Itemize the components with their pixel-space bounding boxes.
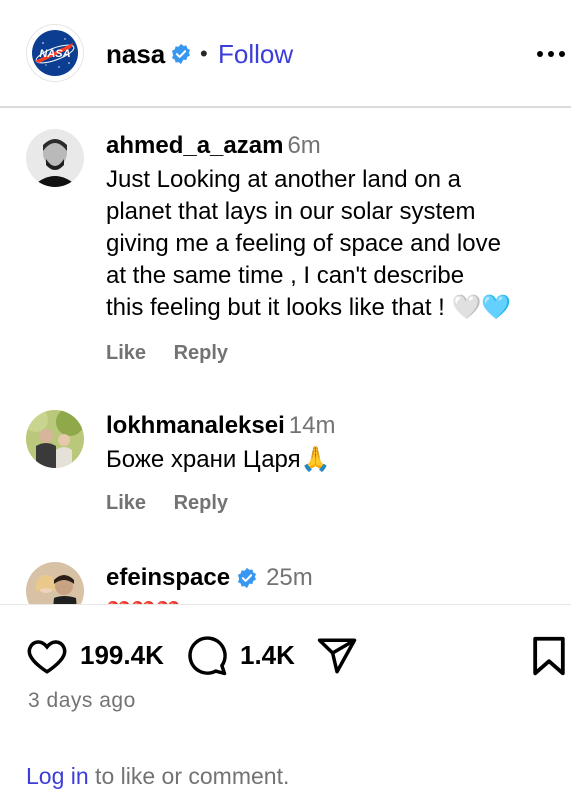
user-photo-icon <box>26 410 84 468</box>
likes-count[interactable]: 199.4K <box>80 639 164 671</box>
comment-text: ❤️❤️❤️ <box>106 596 546 604</box>
comments-count[interactable]: 1.4K <box>240 639 295 671</box>
comment-text-line: this feeling but it looks like that ! 🤍🩵 <box>106 294 512 321</box>
comment-header: ahmed_a_azam 6m <box>106 130 321 162</box>
save-icon[interactable] <box>530 635 568 677</box>
comment-actions: Like Reply <box>106 492 250 515</box>
post-footer: 199.4K 1.4K 3 days ago Log in to like or… <box>0 604 571 804</box>
login-prompt: Log in to like or comment. <box>26 761 289 791</box>
avatar[interactable] <box>26 129 84 187</box>
comment-username[interactable]: ahmed_a_azam <box>106 130 283 162</box>
nasa-avatar[interactable]: NASA <box>26 24 84 82</box>
comment-text: Just Looking at another land on a planet… <box>106 164 546 324</box>
comment-time: 14m <box>288 412 336 439</box>
comment-icon[interactable] <box>186 635 228 677</box>
comment-time: 25m <box>266 564 313 591</box>
login-prompt-text: to like or comment. <box>88 763 290 789</box>
comment-text-line: Боже храни Царя🙏 <box>106 446 331 473</box>
comment-text-line: Just Looking at another land on a <box>106 166 461 193</box>
nasa-logo-icon: NASA <box>32 30 78 76</box>
comment-header: efeinspace 25m <box>106 562 313 594</box>
login-link[interactable]: Log in <box>26 763 89 789</box>
user-photo-icon <box>26 129 84 187</box>
user-photo-icon <box>26 562 84 604</box>
comment-username[interactable]: efeinspace <box>106 562 230 594</box>
comment-item: ahmed_a_azam 6m Just Looking at another … <box>0 110 571 380</box>
post-header: NASA nasa • Follow <box>0 0 571 108</box>
verified-icon <box>172 43 190 65</box>
separator-dot: • <box>200 41 208 66</box>
avatar[interactable] <box>26 562 84 604</box>
comment-text-line: at the same time , I can't describe <box>106 262 465 289</box>
account-name[interactable]: nasa <box>106 39 165 69</box>
comment-actions: Like Reply <box>106 342 250 365</box>
comment-time: 6m <box>287 132 321 159</box>
heart-icon[interactable] <box>26 635 68 677</box>
comment-text-line: planet that lays in our solar system <box>106 198 476 225</box>
share-icon[interactable] <box>316 635 358 677</box>
more-options-icon[interactable] <box>536 50 566 58</box>
comment-username[interactable]: lokhmanaleksei <box>106 410 285 442</box>
like-comment-button[interactable]: Like <box>106 342 146 364</box>
verified-icon <box>238 567 257 589</box>
post-time: 3 days ago <box>28 689 136 712</box>
like-comment-button[interactable]: Like <box>106 492 146 514</box>
svg-text:NASA: NASA <box>39 48 70 60</box>
comment-header: lokhmanaleksei 14m <box>106 410 335 442</box>
reply-button[interactable]: Reply <box>174 492 228 514</box>
comment-item: lokhmanaleksei 14m Боже храни Царя🙏 Like… <box>0 400 571 540</box>
follow-button[interactable]: Follow <box>218 39 293 69</box>
comment-text-line: giving me a feeling of space and love <box>106 230 501 257</box>
comments-list[interactable]: ahmed_a_azam 6m Just Looking at another … <box>0 110 571 604</box>
comment-item: efeinspace 25m ❤️❤️❤️ <box>0 560 571 604</box>
avatar[interactable] <box>26 410 84 468</box>
comment-text-line: ❤️❤️❤️ <box>106 596 546 604</box>
reply-button[interactable]: Reply <box>174 342 228 364</box>
comment-text: Боже храни Царя🙏 <box>106 444 546 476</box>
